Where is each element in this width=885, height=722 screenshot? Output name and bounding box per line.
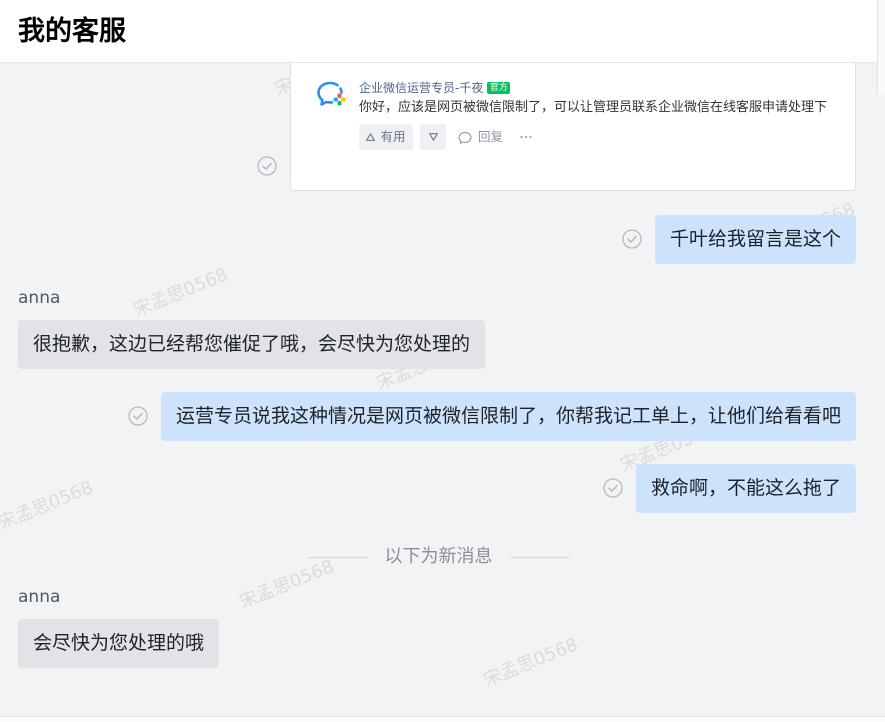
message-row-outgoing: 救命啊，不能这么拖了 [603, 464, 856, 513]
divider-line-left [307, 556, 368, 558]
reply-label: 回复 [478, 129, 504, 144]
outgoing-message-bubble: 救命啊，不能这么拖了 [635, 464, 856, 513]
incoming-message-bubble: 会尽快为您处理的哦 [18, 619, 220, 668]
shared-post-image[interactable]: 企业微信运营专员-千夜 官方 你好，应该是网页被微信限制了，可以让管理员联系企业… [290, 63, 856, 191]
more-dots-icon [520, 135, 532, 139]
check-circle-icon [622, 229, 642, 249]
check-circle-icon [603, 478, 623, 498]
check-circle-icon [128, 406, 148, 426]
message-row-outgoing: 企业微信运营专员-千夜 官方 你好，应该是网页被微信限制了，可以让管理员联系企业… [257, 63, 856, 191]
sender-name: anna [18, 288, 61, 308]
outgoing-message-bubble: 千叶给我留言是这个 [654, 215, 856, 264]
new-messages-divider-label: 以下为新消息 [384, 546, 493, 567]
incoming-message-bubble: 很抱歉，这边已经帮您催促了哦，会尽快为您处理的 [18, 320, 486, 369]
post-author-name: 企业微信运营专员-千夜 [359, 81, 484, 95]
sender-name: anna [18, 587, 61, 607]
message-row-incoming: anna 很抱歉，这边已经帮您催促了哦，会尽快为您处理的 [18, 287, 486, 369]
more-button [520, 135, 532, 139]
wecom-logo-icon [317, 81, 346, 106]
input-area-edge [0, 716, 885, 722]
watermark: 宋孟思0568 [480, 634, 582, 691]
upvote-button: 有用 [359, 124, 413, 150]
message-row-outgoing: 千叶给我留言是这个 [622, 215, 856, 264]
chat-header: 我的客服 [0, 0, 877, 63]
message-row-incoming: anna 会尽快为您处理的哦 [18, 586, 220, 668]
post-body: 你好，应该是网页被微信限制了，可以让管理员联系企业微信在线客服申请处理下 [359, 100, 828, 115]
watermark: 宋孟思0568 [0, 477, 97, 534]
official-badge: 官方 [487, 82, 511, 94]
outgoing-message-bubble: 运营专员说我这种情况是网页被微信限制了，你帮我记工单上，让他们给看看吧 [160, 392, 856, 441]
background-window-edge [877, 0, 885, 95]
post-author-line: 企业微信运营专员-千夜 官方 [359, 81, 511, 95]
new-messages-divider: 以下为新消息 [0, 546, 877, 568]
triangle-up-icon [366, 133, 376, 141]
divider-line-right [509, 556, 570, 558]
upvote-label: 有用 [380, 129, 406, 144]
page-title: 我的客服 [18, 16, 126, 47]
message-row-outgoing: 运营专员说我这种情况是网页被微信限制了，你帮我记工单上，让他们给看看吧 [128, 392, 856, 441]
comment-icon [458, 131, 472, 144]
chat-message-list[interactable]: 宋孟思0568 宋孟思0568 宋孟思0568 宋孟思0568 宋孟思0568 … [0, 63, 885, 716]
check-circle-icon [257, 156, 277, 176]
reply-button: 回复 [458, 130, 503, 144]
post-actions: 有用 回复 [359, 124, 532, 150]
downvote-button [420, 124, 446, 150]
triangle-down-icon [428, 133, 438, 141]
